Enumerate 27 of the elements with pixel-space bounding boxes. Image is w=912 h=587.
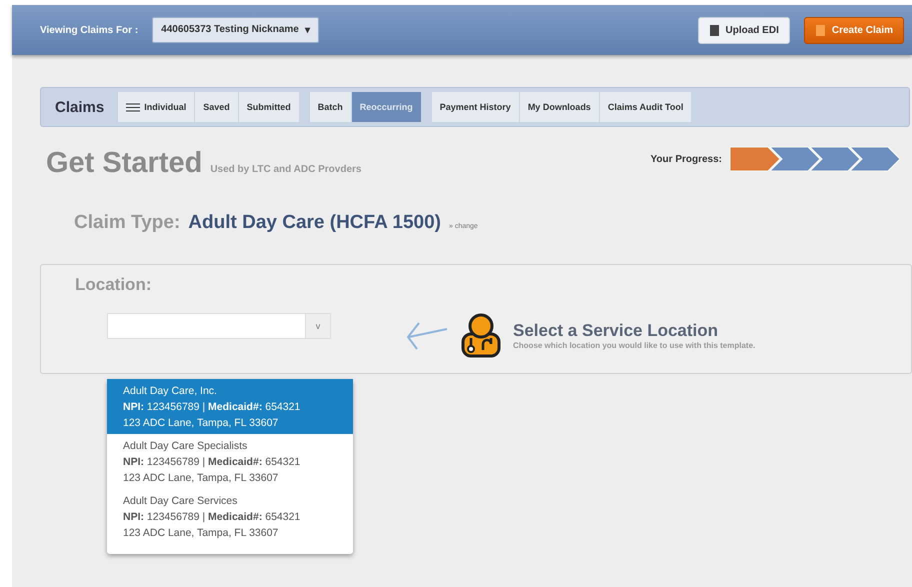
- nav-tab[interactable]: Submitted: [238, 92, 300, 122]
- location-select[interactable]: v: [107, 313, 331, 339]
- nav-title: Claims: [55, 98, 104, 116]
- hint-text: Choose which location you would like to use with this template.: [513, 340, 756, 350]
- nav-tab[interactable]: Individual: [118, 92, 196, 122]
- page-subtitle: Used by LTC and ADC Provders: [210, 164, 362, 175]
- claim-type-value: Adult Day Care (HCFA 1500): [188, 212, 441, 234]
- document-icon: [814, 24, 826, 36]
- location-option[interactable]: Adult Day Care, Inc. NPI: 123456789 | Medicaid#: 654321 123 ADC Lane, Tampa, FL 33607: [107, 379, 353, 434]
- page-title: Get Started: [46, 147, 202, 180]
- doctor-icon: [459, 312, 503, 358]
- claim-type-label: Claim Type:: [74, 212, 180, 234]
- nav-tab[interactable]: Payment History: [432, 92, 520, 122]
- hint-title: Select a Service Location: [513, 320, 720, 340]
- location-label: Location:: [75, 275, 152, 295]
- nav-tab[interactable]: My Downloads: [520, 92, 600, 122]
- account-dropdown[interactable]: 440605373 Testing Nickname ▾: [152, 17, 319, 43]
- viewing-label: Viewing Claims For :: [40, 24, 138, 36]
- location-option[interactable]: Adult Day Care Services NPI: 123456789 | Medicaid#: 654321 123 ADC Lane, Tampa, FL 33607: [107, 489, 353, 544]
- upload-button[interactable]: Upload EDI: [698, 16, 790, 44]
- location-option[interactable]: Adult Day Care Specialists NPI: 123456789 | Medicaid#: 654321 123 ADC Lane, Tampa, FL 33607: [107, 434, 353, 489]
- menu-icon: [126, 102, 140, 112]
- nav-tab[interactable]: Saved: [195, 92, 239, 122]
- progress-label: Your Progress:: [650, 154, 722, 164]
- nav-tab[interactable]: Batch: [310, 92, 352, 122]
- nav-tab[interactable]: Claims Audit Tool: [600, 92, 692, 122]
- document-icon: [708, 24, 720, 36]
